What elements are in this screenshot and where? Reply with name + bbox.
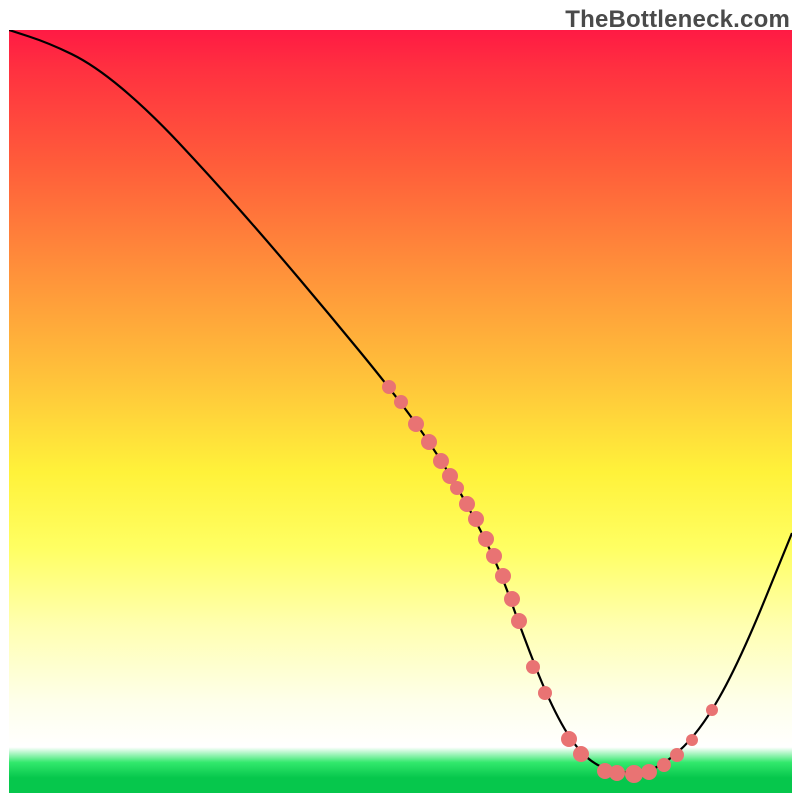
chart-container: TheBottleneck.com — [0, 0, 800, 800]
data-marker — [670, 748, 684, 762]
data-marker — [408, 416, 424, 432]
data-marker — [706, 704, 718, 716]
data-marker — [561, 731, 577, 747]
data-marker — [511, 613, 527, 629]
data-marker — [450, 481, 464, 495]
data-marker — [573, 746, 589, 762]
data-marker — [657, 758, 671, 772]
data-marker — [382, 380, 396, 394]
data-marker — [625, 765, 643, 783]
data-marker — [538, 686, 552, 700]
markers-layer — [382, 380, 718, 783]
data-marker — [526, 660, 540, 674]
data-marker — [686, 734, 698, 746]
data-marker — [486, 548, 502, 564]
chart-svg — [9, 30, 792, 793]
data-marker — [495, 568, 511, 584]
data-marker — [478, 531, 494, 547]
data-marker — [504, 591, 520, 607]
data-marker — [394, 395, 408, 409]
data-marker — [468, 511, 484, 527]
data-marker — [609, 765, 625, 781]
data-marker — [459, 496, 475, 512]
data-marker — [433, 453, 449, 469]
data-marker — [641, 764, 657, 780]
data-marker — [421, 434, 437, 450]
